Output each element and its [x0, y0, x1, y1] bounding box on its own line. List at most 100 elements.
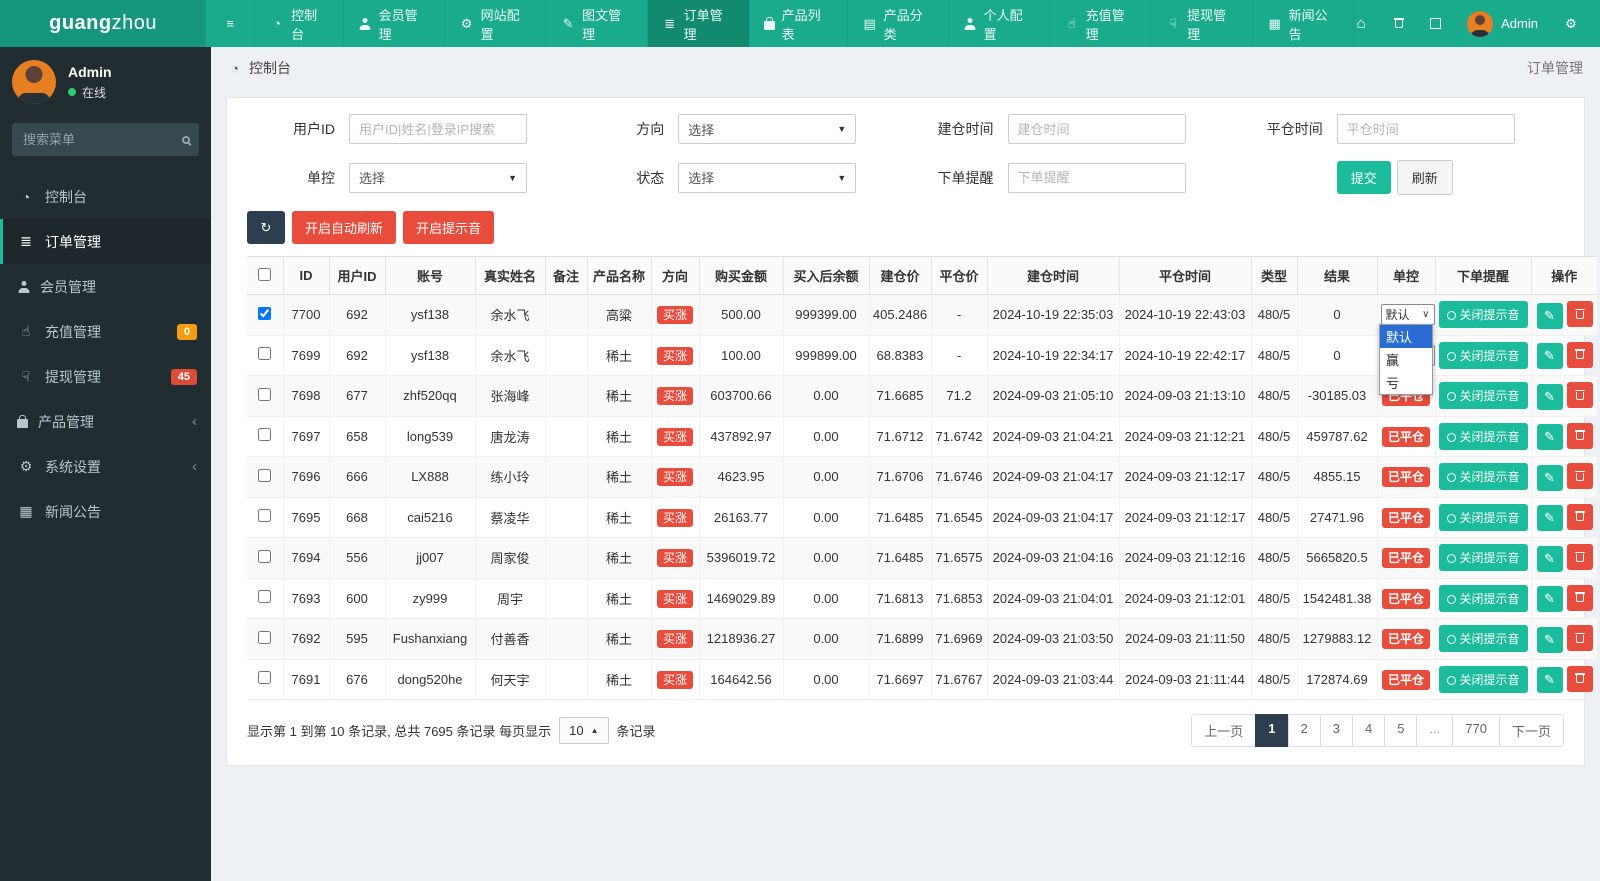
edit-button[interactable]: ✎: [1536, 586, 1563, 612]
nav-item-product-cats[interactable]: ▤ 产品分类: [848, 0, 950, 47]
user-menu[interactable]: Admin: [1467, 10, 1538, 37]
edit-button[interactable]: ✎: [1536, 302, 1563, 329]
row-control-select[interactable]: 默认 ∨: [1380, 304, 1435, 326]
direction-select[interactable]: 选择 ▼: [678, 114, 857, 144]
nav-item-orders[interactable]: ≣ 订单管理: [647, 0, 750, 47]
refresh-button[interactable]: 刷新: [1396, 160, 1453, 195]
nav-item-members[interactable]: 会员管理: [344, 0, 445, 47]
mute-sound-button[interactable]: 关闭提示音: [1438, 301, 1528, 329]
sidebar-item-products[interactable]: 产品管理 ‹: [0, 399, 211, 444]
row-checkbox[interactable]: [258, 387, 272, 401]
sidebar-search-button[interactable]: [182, 132, 190, 147]
page-button-3[interactable]: 3: [1319, 714, 1353, 747]
delete-button[interactable]: [1566, 665, 1593, 692]
mute-sound-button[interactable]: 关闭提示音: [1438, 503, 1528, 531]
delete-button[interactable]: [1566, 503, 1593, 530]
nav-item-product-list[interactable]: 产品列表: [749, 0, 848, 47]
edit-button[interactable]: ✎: [1536, 343, 1563, 369]
edit-button[interactable]: ✎: [1536, 667, 1563, 693]
sidebar-search-input[interactable]: [12, 123, 199, 156]
nav-item-dashboard[interactable]: ◔ 控制台: [255, 0, 345, 47]
mute-sound-button[interactable]: 关闭提示音: [1438, 382, 1528, 410]
delete-button[interactable]: [1566, 544, 1593, 570]
row-checkbox[interactable]: [258, 630, 272, 644]
page-size-select[interactable]: 10 ▲: [559, 717, 609, 744]
page-button-4[interactable]: 4: [1351, 714, 1386, 747]
row-checkbox[interactable]: [258, 306, 272, 320]
status-select[interactable]: 选择 ▼: [678, 162, 857, 193]
sidebar-item-news[interactable]: ▦ 新闻公告: [0, 489, 211, 534]
dropdown-option[interactable]: 亏: [1380, 371, 1432, 394]
row-checkbox[interactable]: [258, 509, 272, 523]
row-checkbox[interactable]: [258, 428, 272, 442]
nav-item-site-config[interactable]: ⚙ 网站配置: [445, 0, 547, 47]
edit-button[interactable]: ✎: [1536, 464, 1563, 491]
delete-button[interactable]: [1566, 625, 1593, 651]
row-checkbox[interactable]: [258, 549, 272, 563]
mute-sound-button[interactable]: 关闭提示音: [1438, 463, 1528, 491]
auto-refresh-button[interactable]: 开启自动刷新: [292, 211, 397, 244]
control-dropdown: 默认赢亏: [1379, 324, 1433, 395]
remind-input[interactable]: [1007, 162, 1186, 193]
col-user_id: 用户ID: [329, 256, 386, 295]
mute-sound-button[interactable]: 关闭提示音: [1438, 665, 1528, 693]
edit-button[interactable]: ✎: [1536, 383, 1563, 410]
nav-item-withdraw[interactable]: ☟ 提现管理: [1151, 0, 1253, 47]
mute-sound-button[interactable]: 关闭提示音: [1438, 625, 1528, 653]
cell-product: 高粱: [587, 294, 652, 336]
sidebar-item-recharge[interactable]: ☝ 充值管理 0: [0, 309, 211, 354]
sidebar-item-dashboard[interactable]: ◔ 控制台: [0, 174, 211, 219]
cell-product: 稀土: [587, 335, 652, 376]
select-all-checkbox[interactable]: [258, 267, 272, 281]
next-page-button[interactable]: 下一页: [1498, 714, 1564, 747]
row-checkbox[interactable]: [258, 468, 272, 482]
nav-item-media[interactable]: ✎ 图文管理: [546, 0, 648, 47]
cell-product: 稀土: [587, 578, 652, 619]
row-checkbox[interactable]: [258, 671, 272, 685]
prev-page-button[interactable]: 上一页: [1191, 714, 1257, 747]
control-select[interactable]: 选择 ▼: [349, 162, 527, 193]
sidebar-item-withdraw[interactable]: ☟ 提现管理 45: [0, 354, 211, 399]
mute-sound-button[interactable]: 关闭提示音: [1438, 422, 1528, 450]
edit-button[interactable]: ✎: [1536, 545, 1563, 572]
delete-button[interactable]: [1566, 382, 1593, 408]
page-button-2[interactable]: 2: [1287, 714, 1321, 747]
page-button-1[interactable]: 1: [1255, 714, 1289, 747]
mute-sound-button[interactable]: 关闭提示音: [1438, 341, 1528, 369]
sidebar-item-settings[interactable]: ⚙ 系统设置 ‹: [0, 444, 211, 489]
delete-button[interactable]: [1566, 341, 1593, 368]
mute-sound-button[interactable]: 关闭提示音: [1438, 584, 1528, 612]
edit-button[interactable]: ✎: [1536, 424, 1563, 450]
nav-item-news[interactable]: ▦ 新闻公告: [1253, 0, 1355, 47]
sound-on-button[interactable]: 开启提示音: [403, 211, 495, 244]
sidebar-toggle-button[interactable]: ≡: [206, 0, 256, 47]
dropdown-option[interactable]: 默认: [1380, 325, 1432, 348]
submit-button[interactable]: 提交: [1336, 161, 1391, 194]
clear-button[interactable]: [1394, 18, 1405, 29]
delete-button[interactable]: [1566, 463, 1593, 489]
open-time-input[interactable]: [1007, 114, 1186, 144]
brand-logo[interactable]: guang zhou: [0, 0, 207, 47]
delete-button[interactable]: [1566, 584, 1593, 611]
pencil-icon: ✎: [1544, 631, 1555, 647]
page-button-770[interactable]: 770: [1452, 714, 1500, 747]
fullscreen-button[interactable]: [1430, 18, 1442, 29]
settings-button[interactable]: ⚙: [1564, 16, 1578, 32]
edit-button[interactable]: ✎: [1536, 626, 1563, 653]
row-checkbox[interactable]: [258, 347, 272, 361]
row-checkbox[interactable]: [258, 590, 272, 604]
reload-button[interactable]: ↻: [247, 211, 285, 244]
sidebar-item-orders[interactable]: ≣ 订单管理: [0, 219, 211, 264]
user-id-input[interactable]: [349, 114, 527, 144]
sidebar-item-members[interactable]: 会员管理: [0, 264, 211, 309]
mute-sound-button[interactable]: 关闭提示音: [1438, 544, 1528, 572]
nav-item-profile[interactable]: 个人配置: [949, 0, 1050, 47]
delete-button[interactable]: [1566, 301, 1593, 327]
delete-button[interactable]: [1566, 422, 1593, 449]
page-button-5[interactable]: 5: [1384, 714, 1418, 747]
dropdown-option[interactable]: 赢: [1380, 348, 1432, 371]
nav-item-recharge[interactable]: ☝ 充值管理: [1050, 0, 1152, 47]
close-time-input[interactable]: [1336, 114, 1515, 144]
edit-button[interactable]: ✎: [1536, 505, 1563, 531]
home-button[interactable]: ⌂: [1354, 15, 1368, 32]
